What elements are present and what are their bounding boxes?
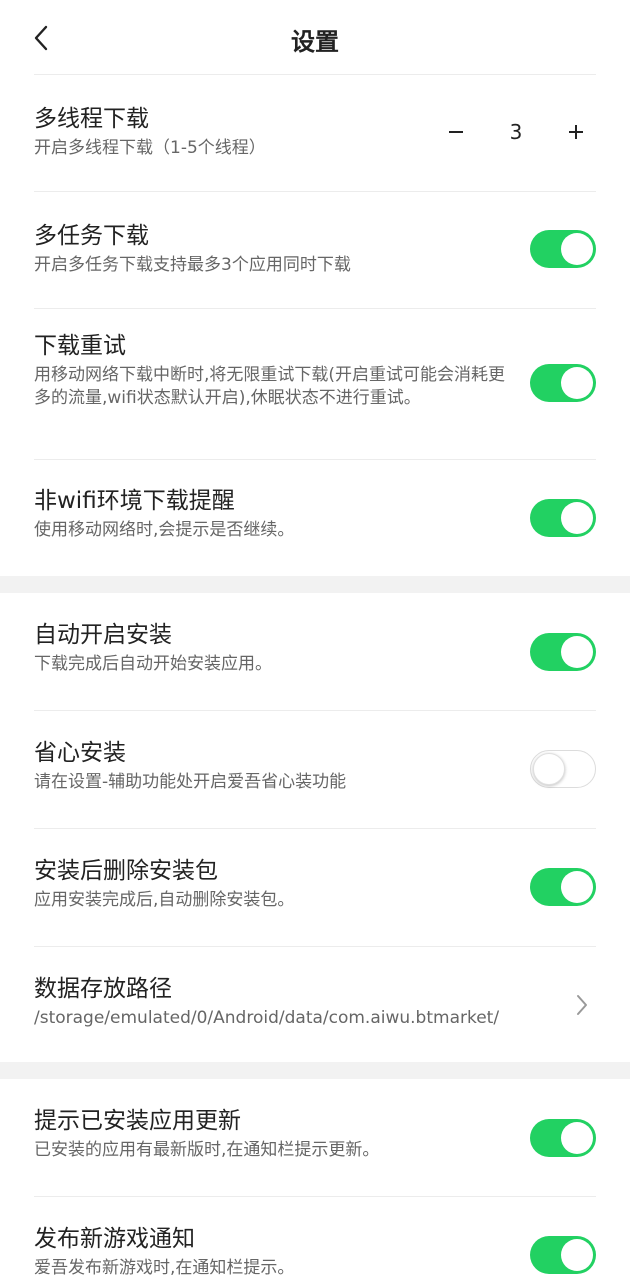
multitask-download-toggle[interactable] <box>530 230 596 268</box>
divider <box>34 710 596 711</box>
toggle-knob <box>561 367 593 399</box>
setting-description: 应用安装完成后,自动删除安装包。 <box>34 890 295 910</box>
delete-package-toggle[interactable] <box>530 868 596 906</box>
setting-description: 请在设置-辅助功能处开启爱吾省心装功能 <box>34 772 347 792</box>
setting-title: 数据存放路径 <box>34 976 172 1002</box>
increment-button[interactable] <box>556 112 596 152</box>
setting-description: 下载完成后自动开始安装应用。 <box>34 654 272 674</box>
toggle-knob <box>561 1122 593 1154</box>
easy-install-toggle[interactable] <box>530 750 596 788</box>
toggle-knob <box>561 233 593 265</box>
section-separator <box>0 1062 630 1079</box>
setting-title: 发布新游戏通知 <box>34 1226 195 1252</box>
toggle-knob <box>533 753 565 785</box>
setting-multithread-download: 多线程下载 开启多线程下载（1-5个线程） 3 <box>34 104 596 192</box>
non-wifi-reminder-toggle[interactable] <box>530 499 596 537</box>
setting-new-game-notify: 发布新游戏通知 爱吾发布新游戏时,在通知栏提示。 <box>34 1224 596 1280</box>
divider <box>34 191 596 192</box>
setting-data-path[interactable]: 数据存放路径 /storage/emulated/0/Android/data/… <box>34 974 596 1062</box>
chevron-right-icon <box>572 991 592 1019</box>
top-bar: 设置 <box>0 0 630 75</box>
setting-title: 非wifi环境下载提醒 <box>34 488 235 514</box>
setting-title: 下载重试 <box>34 333 126 359</box>
divider <box>34 828 596 829</box>
setting-download-retry: 下载重试 用移动网络下载中断时,将无限重试下载(开启重试可能会消耗更多的流量,w… <box>34 331 596 460</box>
section-separator <box>0 576 630 593</box>
divider <box>34 1196 596 1197</box>
new-game-notify-toggle[interactable] <box>530 1236 596 1274</box>
thread-count-value: 3 <box>509 120 523 144</box>
page-title: 设置 <box>291 28 339 56</box>
setting-multitask-download: 多任务下载 开启多任务下载支持最多3个应用同时下载 <box>34 221 596 309</box>
auto-install-toggle[interactable] <box>530 633 596 671</box>
setting-description: 用移动网络下载中断时,将无限重试下载(开启重试可能会消耗更多的流量,wifi状态… <box>34 365 506 408</box>
plus-icon <box>568 125 583 139</box>
toggle-knob <box>561 636 593 668</box>
setting-description: 使用移动网络时,会提示是否继续。 <box>34 520 295 540</box>
setting-delete-package: 安装后删除安装包 应用安装完成后,自动删除安装包。 <box>34 856 596 947</box>
setting-non-wifi-reminder: 非wifi环境下载提醒 使用移动网络时,会提示是否继续。 <box>34 486 596 576</box>
minus-icon <box>449 131 463 133</box>
data-path-value: /storage/emulated/0/Android/data/com.aiw… <box>34 1008 500 1028</box>
decrement-button[interactable] <box>436 112 476 152</box>
divider <box>34 308 596 309</box>
divider <box>34 459 596 460</box>
thread-count-stepper: 3 <box>436 112 596 152</box>
setting-auto-install: 自动开启安装 下载完成后自动开始安装应用。 <box>34 620 596 711</box>
toggle-knob <box>561 1239 593 1271</box>
download-retry-toggle[interactable] <box>530 364 596 402</box>
setting-title: 安装后删除安装包 <box>34 858 218 884</box>
setting-title: 提示已安装应用更新 <box>34 1108 241 1134</box>
update-notify-toggle[interactable] <box>530 1119 596 1157</box>
setting-description: 开启多任务下载支持最多3个应用同时下载 <box>34 255 351 275</box>
setting-easy-install: 省心安装 请在设置-辅助功能处开启爱吾省心装功能 <box>34 738 596 829</box>
setting-description: 爱吾发布新游戏时,在通知栏提示。 <box>34 1258 295 1278</box>
setting-update-notify: 提示已安装应用更新 已安装的应用有最新版时,在通知栏提示更新。 <box>34 1106 596 1197</box>
setting-title: 自动开启安装 <box>34 622 172 648</box>
setting-title: 多任务下载 <box>34 223 149 249</box>
toggle-knob <box>561 871 593 903</box>
setting-title: 省心安装 <box>34 740 126 766</box>
divider <box>34 74 596 75</box>
toggle-knob <box>561 502 593 534</box>
divider <box>34 946 596 947</box>
setting-description: 已安装的应用有最新版时,在通知栏提示更新。 <box>34 1140 380 1160</box>
